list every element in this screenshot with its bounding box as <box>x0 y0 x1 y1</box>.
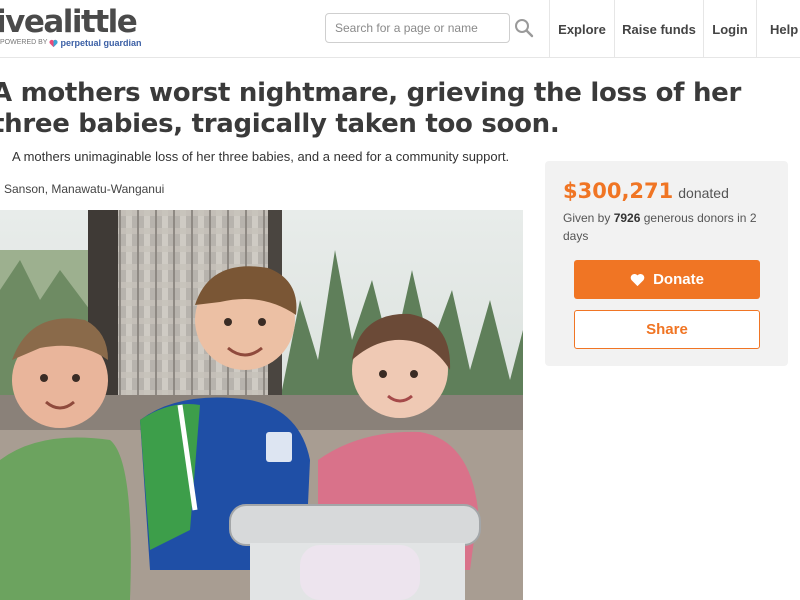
main-nav: Explore Raise funds Login Help <box>549 0 800 58</box>
site-header: ivealittle POWERED BY perpetual guardian… <box>0 0 800 58</box>
donor-count: 7926 <box>613 211 641 225</box>
amount-row: $300,271 donated <box>563 179 729 203</box>
search-button[interactable] <box>512 15 536 41</box>
partner-name: perpetual guardian <box>60 38 142 48</box>
share-label: Share <box>646 321 688 338</box>
page-location: Sanson, Manawatu-Wanganui <box>4 182 165 196</box>
search-icon <box>515 19 534 38</box>
campaign-photo <box>0 210 523 600</box>
search-input[interactable] <box>325 13 510 43</box>
heart-icon <box>630 273 645 286</box>
nav-explore[interactable]: Explore <box>549 0 614 58</box>
nav-login[interactable]: Login <box>703 0 756 58</box>
donor-summary: Given by 7926 generous donors in 2 days <box>563 209 773 245</box>
nav-help[interactable]: Help <box>756 0 800 58</box>
campaign-photo-image <box>0 210 523 600</box>
page-summary: A mothers unimaginable loss of her three… <box>12 149 510 164</box>
page-title: A mothers worst nightmare, grieving the … <box>0 78 742 139</box>
donated-label: donated <box>678 185 729 201</box>
site-logo[interactable]: ivealittle POWERED BY perpetual guardian <box>0 4 141 52</box>
nav-raise-funds[interactable]: Raise funds <box>614 0 703 58</box>
logo-powered-by: POWERED BY perpetual guardian <box>0 38 141 48</box>
donate-label: Donate <box>653 271 704 288</box>
donated-amount: $300,271 <box>563 179 674 203</box>
heart-logo-icon <box>49 39 59 47</box>
donor-summary-prefix: Given by <box>563 211 614 225</box>
share-button[interactable]: Share <box>574 310 760 349</box>
powered-by-label: POWERED BY <box>0 39 48 46</box>
logo-wordmark: ivealittle <box>0 4 138 40</box>
donate-button[interactable]: Donate <box>574 260 760 299</box>
donation-panel: $300,271 donated Given by 7926 generous … <box>545 161 788 366</box>
